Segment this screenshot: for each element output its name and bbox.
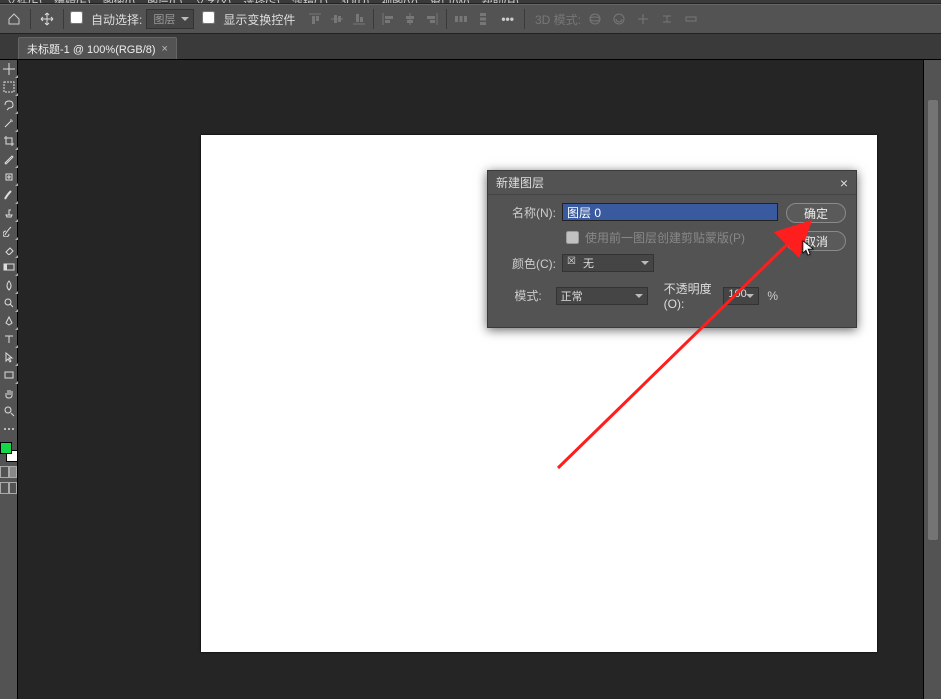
spot-heal-tool[interactable] <box>0 168 18 186</box>
auto-select-checkbox[interactable] <box>70 11 87 27</box>
clip-mask-checkbox <box>566 231 579 244</box>
mode-dropdown[interactable]: 正常 <box>556 287 648 305</box>
eraser-tool[interactable] <box>0 240 18 258</box>
cancel-button[interactable]: 取消 <box>786 231 846 251</box>
brush-tool[interactable] <box>0 186 18 204</box>
marquee-tool[interactable] <box>0 78 18 96</box>
layer-name-input[interactable] <box>562 203 778 221</box>
target-dropdown[interactable]: 图层 <box>146 9 194 29</box>
mode-3d-label: 3D 模式: <box>535 11 581 28</box>
scroll-thumb[interactable] <box>928 100 938 540</box>
options-bar: 自动选择: 图层 显示变换控件 • <box>0 4 941 34</box>
workspace <box>18 60 923 699</box>
magic-wand-tool[interactable] <box>0 114 18 132</box>
new-layer-dialog: 新建图层 × 名称(N): 使用前一图层创建剪贴蒙版(P) 颜色(C): 无 模… <box>487 170 857 328</box>
foreground-color-swatch[interactable] <box>0 442 12 454</box>
scale-3d-icon[interactable] <box>681 9 701 29</box>
name-label: 名称(N): <box>498 204 562 221</box>
type-tool[interactable] <box>0 330 18 348</box>
mode-dropdown-value: 正常 <box>561 291 583 303</box>
history-brush-tool[interactable] <box>0 222 18 240</box>
color-dropdown-value: 无 <box>583 258 594 270</box>
target-dropdown-value: 图层 <box>153 11 175 27</box>
auto-select-label: 自动选择: <box>91 11 142 28</box>
separator <box>63 9 64 29</box>
toolbox <box>0 60 18 699</box>
gradient-tool[interactable] <box>0 258 18 276</box>
distribute-v-icon[interactable] <box>473 9 493 29</box>
separator <box>524 9 525 29</box>
align-right-icon[interactable] <box>422 9 442 29</box>
show-transform-label: 显示变换控件 <box>223 11 295 28</box>
opacity-value: 100 <box>728 288 746 300</box>
blur-tool[interactable] <box>0 276 18 294</box>
show-transform-checkbox[interactable] <box>202 11 219 27</box>
align-vcenter-icon[interactable] <box>327 9 347 29</box>
path-select-tool[interactable] <box>0 348 18 366</box>
crop-tool[interactable] <box>0 132 18 150</box>
mode-label: 模式: <box>498 287 548 304</box>
orbit-3d-icon[interactable] <box>585 9 605 29</box>
eyedropper-tool[interactable] <box>0 150 18 168</box>
clip-mask-label: 使用前一图层创建剪贴蒙版(P) <box>585 229 745 246</box>
dialog-title: 新建图层 <box>496 174 544 191</box>
dialog-titlebar[interactable]: 新建图层 × <box>488 171 856 195</box>
separator <box>373 9 374 29</box>
pan-3d-icon[interactable] <box>633 9 653 29</box>
opacity-label: 不透明度(O): <box>664 280 716 311</box>
vertical-scrollbar[interactable] <box>923 60 941 699</box>
color-dropdown[interactable]: 无 <box>562 254 654 272</box>
opacity-input[interactable]: 100 <box>723 287 759 305</box>
show-transform-input[interactable] <box>202 11 215 24</box>
auto-select-input[interactable] <box>70 11 83 24</box>
lasso-tool[interactable] <box>0 96 18 114</box>
color-label: 颜色(C): <box>498 255 562 272</box>
separator <box>446 9 447 29</box>
separator <box>30 9 31 29</box>
align-top-icon[interactable] <box>305 9 325 29</box>
document-tab-title: 未标题-1 @ 100%(RGB/8) <box>27 41 156 57</box>
zoom-tool[interactable] <box>0 402 18 420</box>
hand-tool[interactable] <box>0 384 18 402</box>
align-hcenter-icon[interactable] <box>400 9 420 29</box>
align-left-icon[interactable] <box>378 9 398 29</box>
align-bottom-icon[interactable] <box>349 9 369 29</box>
dodge-tool[interactable] <box>0 294 18 312</box>
slide-3d-icon[interactable] <box>657 9 677 29</box>
align-group <box>305 9 493 29</box>
foreground-background-swatch[interactable] <box>0 442 18 462</box>
distribute-h-icon[interactable] <box>451 9 471 29</box>
pen-tool[interactable] <box>0 312 18 330</box>
dialog-close-icon[interactable]: × <box>840 175 848 191</box>
move-tool[interactable] <box>0 60 18 78</box>
opacity-percent: % <box>767 289 778 303</box>
ok-button[interactable]: 确定 <box>786 203 846 223</box>
rectangle-tool[interactable] <box>0 366 18 384</box>
edit-toolbar-icon[interactable] <box>0 420 18 438</box>
screen-mode-toggle[interactable] <box>0 482 17 494</box>
document-tab-bar: 未标题-1 @ 100%(RGB/8) × <box>0 34 941 60</box>
tab-close-icon[interactable]: × <box>162 43 168 55</box>
roll-3d-icon[interactable] <box>609 9 629 29</box>
more-options-icon[interactable]: ••• <box>501 12 514 26</box>
document-tab[interactable]: 未标题-1 @ 100%(RGB/8) × <box>18 37 177 59</box>
clone-stamp-tool[interactable] <box>0 204 18 222</box>
move-tool-icon[interactable] <box>37 9 57 29</box>
quick-mask-toggle[interactable] <box>0 466 17 478</box>
home-icon[interactable] <box>4 9 24 29</box>
